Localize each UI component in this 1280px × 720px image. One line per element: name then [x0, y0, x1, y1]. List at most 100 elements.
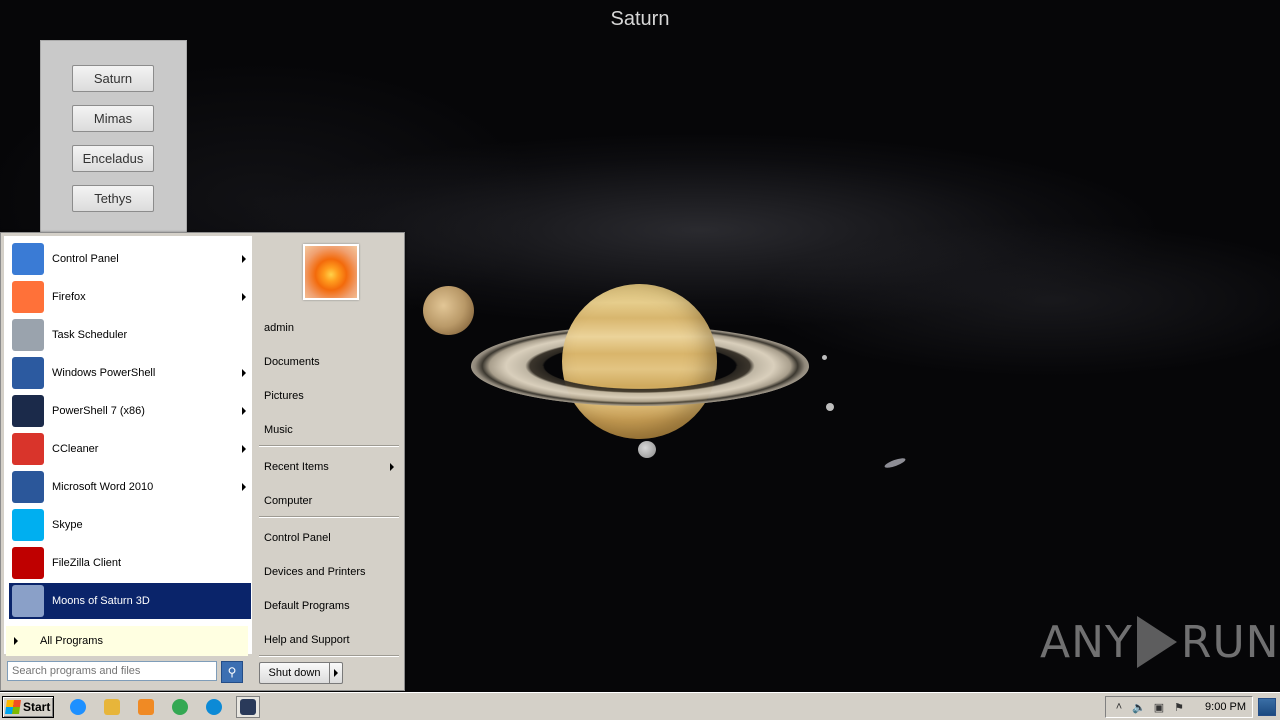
program-label: Microsoft Word 2010: [52, 481, 154, 493]
program-label: Skype: [52, 519, 83, 531]
filezilla-icon: [12, 547, 44, 579]
program-label: CCleaner: [52, 443, 99, 455]
play-icon: [1136, 616, 1177, 668]
place-music[interactable]: Music: [264, 419, 400, 441]
recent-items-label: Recent Items: [264, 461, 329, 473]
saturn-app-icon: [12, 585, 44, 617]
place-documents[interactable]: Documents: [264, 351, 400, 373]
shutdown-options-button[interactable]: [329, 663, 342, 683]
arrow-right-icon: [242, 407, 246, 415]
search-input[interactable]: [7, 661, 217, 681]
place-computer[interactable]: Computer: [264, 490, 400, 512]
show-desktop-button[interactable]: [1258, 698, 1276, 716]
ie-icon[interactable]: [66, 696, 90, 718]
windows-logo-icon: [5, 700, 21, 714]
moon-button-tethys[interactable]: Tethys: [72, 185, 154, 212]
arrow-right-icon: [242, 483, 246, 491]
place-help-support[interactable]: Help and Support: [264, 629, 400, 651]
place-pictures[interactable]: Pictures: [264, 385, 400, 407]
search-row: ⚲: [7, 661, 250, 683]
place-recent-items[interactable]: Recent Items: [264, 456, 400, 478]
moon-titan[interactable]: [423, 286, 474, 335]
shutdown-label: Shut down: [268, 667, 321, 679]
moon-small[interactable]: [826, 403, 834, 411]
start-button[interactable]: Start: [2, 696, 54, 718]
moon-button-mimas[interactable]: Mimas: [72, 105, 154, 132]
moon-button-saturn[interactable]: Saturn: [72, 65, 154, 92]
arrow-right-icon: [242, 445, 246, 453]
app-title: Saturn: [610, 8, 670, 30]
media-player-icon[interactable]: [134, 696, 158, 718]
moon-button-enceladus[interactable]: Enceladus: [72, 145, 154, 172]
firefox-icon: [12, 281, 44, 313]
word-icon: [12, 471, 44, 503]
place-user[interactable]: admin: [264, 317, 400, 339]
anyrun-watermark: ANY RUN: [1040, 612, 1280, 672]
watermark-right: RUN: [1180, 616, 1280, 668]
chrome-icon[interactable]: [168, 696, 192, 718]
ie-icon-glyph: [70, 699, 86, 715]
program-item[interactable]: Control Panel: [9, 241, 251, 277]
program-label: Task Scheduler: [52, 329, 128, 341]
network-icon[interactable]: ▣: [1152, 700, 1166, 714]
all-programs-button[interactable]: All Programs: [6, 626, 248, 656]
explorer-icon[interactable]: [100, 696, 124, 718]
moon-small[interactable]: [638, 441, 656, 458]
skype-icon: [12, 509, 44, 541]
start-label: Start: [23, 700, 51, 714]
system-tray: ˄ 🔈 ▣ ⚑ 9:00 PM: [1105, 696, 1253, 718]
program-item[interactable]: CCleaner: [9, 431, 251, 467]
places-pane: admin Documents Pictures Music Recent It…: [257, 236, 401, 686]
chevron-up-icon[interactable]: ˄: [1112, 700, 1126, 714]
separator: [259, 516, 399, 518]
all-programs-label: All Programs: [40, 635, 103, 647]
program-label: FileZilla Client: [52, 557, 122, 569]
edge-icon-glyph: [206, 699, 222, 715]
program-label: Firefox: [52, 291, 86, 303]
arrow-right-icon: [334, 669, 338, 677]
program-item[interactable]: Task Scheduler: [9, 317, 251, 353]
explorer-icon-glyph: [104, 699, 120, 715]
search-icon[interactable]: ⚲: [221, 661, 243, 683]
arrow-right-icon: [242, 369, 246, 377]
clock-icon: [12, 319, 44, 351]
chrome-icon-glyph: [172, 699, 188, 715]
media-player-icon-glyph: [138, 699, 154, 715]
user-picture[interactable]: [303, 244, 359, 300]
saturn-app-icon[interactable]: [236, 696, 260, 718]
arrow-right-icon: [242, 293, 246, 301]
arrow-right-icon: [390, 463, 394, 471]
flag-icon[interactable]: ⚑: [1172, 700, 1186, 714]
edge-icon[interactable]: [202, 696, 226, 718]
program-item[interactable]: Microsoft Word 2010: [9, 469, 251, 505]
powershell-icon: [12, 357, 44, 389]
program-label: Windows PowerShell: [52, 367, 156, 379]
shutdown-button[interactable]: Shut down: [259, 662, 343, 684]
program-item[interactable]: Windows PowerShell: [9, 355, 251, 391]
program-item[interactable]: Skype: [9, 507, 251, 543]
program-item[interactable]: PowerShell 7 (x86): [9, 393, 251, 429]
arrow-right-icon: [14, 637, 18, 645]
program-label: Moons of Saturn 3D: [52, 595, 150, 607]
powershell-icon: [12, 395, 44, 427]
moon-small[interactable]: [822, 355, 827, 360]
watermark-left: ANY: [1040, 616, 1133, 668]
program-item[interactable]: Moons of Saturn 3D: [9, 583, 251, 619]
program-label: Control Panel: [52, 253, 119, 265]
separator: [259, 655, 399, 657]
program-item[interactable]: Firefox: [9, 279, 251, 315]
clock[interactable]: 9:00 PM: [1205, 701, 1246, 713]
place-default-programs[interactable]: Default Programs: [264, 595, 400, 617]
taskbar: Start ˄ 🔈 ▣ ⚑ 9:00 PM: [0, 692, 1280, 720]
place-control-panel[interactable]: Control Panel: [264, 527, 400, 549]
control-panel-icon: [12, 243, 44, 275]
separator: [259, 445, 399, 447]
place-devices-printers[interactable]: Devices and Printers: [264, 561, 400, 583]
saturn-planet[interactable]: [562, 284, 717, 439]
saturn-app-icon-glyph: [240, 699, 256, 715]
start-menu: Control Panel Firefox Task Scheduler Window…: [0, 232, 405, 691]
speaker-icon[interactable]: 🔈: [1132, 700, 1146, 714]
moons-panel: Saturn Mimas Enceladus Tethys: [40, 40, 187, 242]
arrow-right-icon: [242, 255, 246, 263]
program-item[interactable]: FileZilla Client: [9, 545, 251, 581]
